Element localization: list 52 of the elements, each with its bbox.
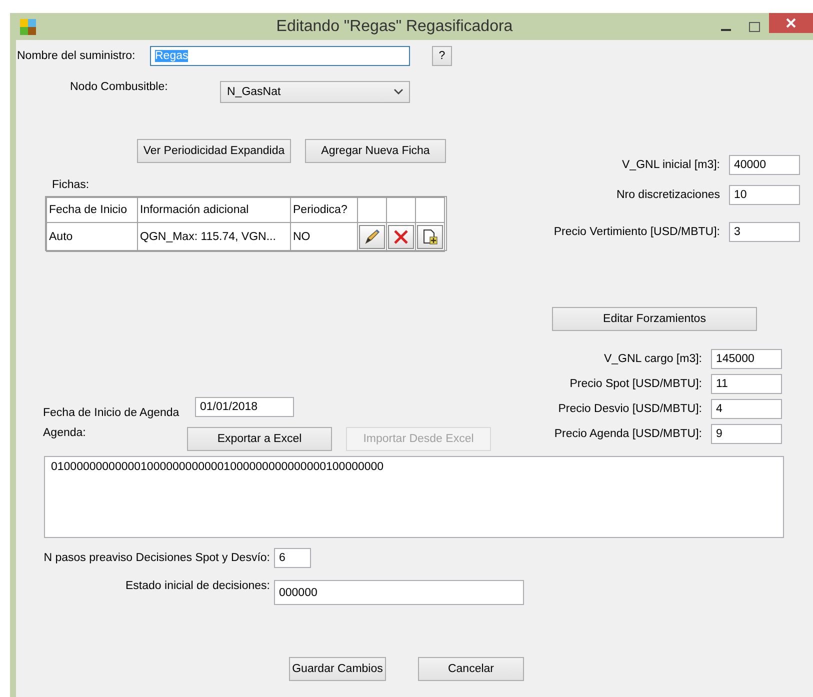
number-field[interactable]: 10 — [729, 185, 800, 205]
field-label: Precio Desvio [USD/MBTU]: — [558, 403, 702, 415]
number-field[interactable]: 3 — [729, 222, 800, 242]
field-label: Nro discretizaciones — [616, 189, 720, 201]
field-label: V_GNL cargo [m3]: — [604, 353, 702, 365]
table-label: Fichas: — [52, 179, 90, 193]
date-field[interactable]: 01/01/2018 — [195, 397, 294, 417]
field-label: Fecha de Inicio de Agenda — [43, 407, 180, 419]
initial-state-field[interactable]: 000000 — [274, 580, 524, 605]
field-label: Nodo Combusitble: — [70, 81, 169, 93]
field-label: Agenda: — [43, 427, 87, 439]
agenda-text-area[interactable]: 0100000000000010000000000001000000000000000100000000 — [44, 456, 784, 538]
edit-forcings-button[interactable]: Editar Forzamientos — [552, 307, 757, 331]
field-label: Precio Agenda [USD/MBTU]: — [554, 428, 702, 440]
column-header: Información adicional — [138, 198, 290, 222]
table-cell: QGN_Max: 115.74, VGN... — [138, 222, 290, 252]
view-periodicity-button[interactable]: Ver Periodicidad Expandida — [137, 139, 291, 163]
table-cell: Auto — [46, 222, 138, 252]
cancel-button[interactable]: Cancelar — [418, 657, 524, 681]
field-label: Nombre del suministro: — [17, 50, 136, 62]
document-plus-icon — [422, 229, 438, 245]
pencil-icon — [363, 228, 381, 246]
column-header: Fecha de Inicio — [46, 198, 138, 222]
field-label: N pasos preaviso Decisiones Spot y Desvío: — [42, 552, 270, 564]
minimize-icon — [721, 29, 731, 31]
number-field[interactable]: 40000 — [729, 155, 800, 175]
fuel-node-dropdown[interactable]: N_GasNat — [220, 81, 410, 103]
number-field[interactable]: 145000 — [711, 349, 782, 369]
add-record-button[interactable]: Agregar Nueva Ficha — [305, 139, 446, 163]
steps-field[interactable]: 6 — [274, 548, 311, 568]
window-title: Editando "Regas" Regasificadora — [275, 18, 514, 36]
field-label: Precio Spot [USD/MBTU]: — [570, 378, 702, 390]
table-cell: NO — [290, 222, 358, 252]
close-icon — [786, 18, 796, 28]
help-button[interactable]: ? — [432, 46, 452, 66]
app-icon — [20, 18, 36, 34]
number-field[interactable]: 11 — [711, 374, 782, 394]
column-header: Periodica? — [290, 198, 358, 222]
field-label: V_GNL inicial [m3]: — [622, 159, 720, 171]
delete-icon — [393, 229, 409, 245]
export-excel-button[interactable]: Exportar a Excel — [187, 427, 332, 451]
save-button[interactable]: Guardar Cambios — [289, 657, 386, 681]
field-label: Precio Vertimiento [USD/MBTU]: — [554, 226, 720, 238]
close-button[interactable] — [769, 13, 813, 33]
edit-button[interactable] — [359, 225, 385, 249]
maximize-icon — [748, 22, 760, 32]
number-field[interactable]: 4 — [711, 399, 782, 419]
field-label: Estado inicial de decisiones: — [124, 580, 270, 592]
number-field[interactable]: 9 — [711, 424, 782, 444]
delete-button[interactable] — [388, 225, 414, 249]
new-document-button[interactable] — [417, 225, 443, 249]
chevron-down-icon — [394, 89, 403, 95]
